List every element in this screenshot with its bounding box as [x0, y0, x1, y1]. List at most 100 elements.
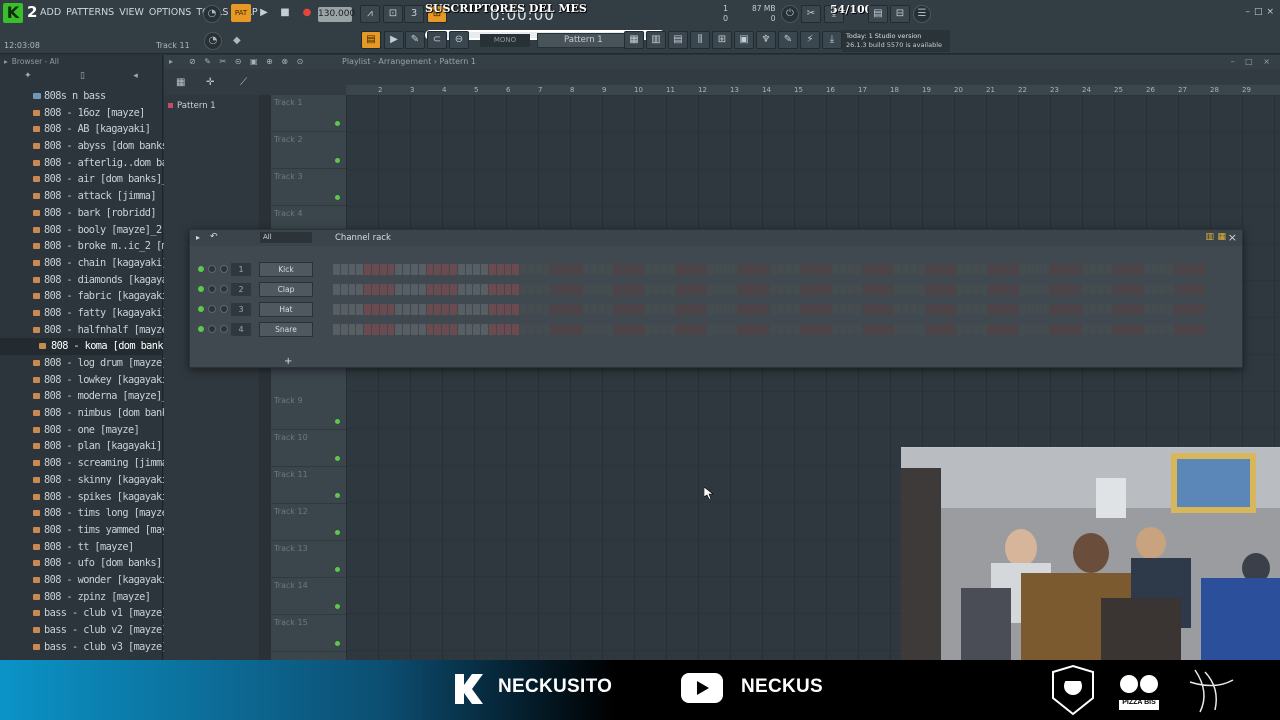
step-button[interactable]	[371, 304, 379, 315]
step-button[interactable]	[785, 304, 793, 315]
step-button[interactable]	[590, 284, 598, 295]
step-button[interactable]	[1097, 324, 1104, 335]
step-button[interactable]	[730, 324, 738, 335]
pan-knob-icon[interactable]	[208, 285, 216, 293]
snap-arrows-icon[interactable]: ✛	[206, 77, 214, 88]
step-button[interactable]	[1104, 304, 1112, 315]
step-button[interactable]	[1159, 304, 1167, 315]
step-button[interactable]	[909, 264, 917, 275]
step-button[interactable]	[948, 284, 956, 295]
step-button[interactable]	[403, 304, 410, 315]
step-button[interactable]	[1143, 304, 1151, 315]
master-pitch-knob-icon[interactable]: ◔	[204, 32, 222, 50]
playlist-tool-icons[interactable]: ⊘ ✎ ✂ ⊝ ▣ ⊕ ⊗ ⊙	[189, 55, 306, 69]
step-button[interactable]	[1011, 304, 1019, 315]
step-button[interactable]	[676, 264, 683, 275]
snap-icon[interactable]: ▤	[361, 31, 381, 49]
step-button[interactable]	[909, 284, 917, 295]
track-mute-led[interactable]	[335, 121, 340, 126]
step-button[interactable]	[356, 284, 364, 295]
step-button[interactable]	[769, 304, 777, 315]
step-button[interactable]	[668, 264, 676, 275]
step-button[interactable]	[387, 324, 395, 335]
step-button[interactable]	[449, 284, 457, 295]
step-button[interactable]	[1190, 324, 1198, 335]
step-button[interactable]	[902, 324, 909, 335]
step-button[interactable]	[878, 304, 886, 315]
step-button[interactable]	[1042, 304, 1050, 315]
step-button[interactable]	[691, 264, 699, 275]
browser-item[interactable]: 808 - broke m..ic_2 [mayze]	[0, 238, 196, 255]
step-button[interactable]	[1073, 264, 1081, 275]
step-button[interactable]	[1182, 304, 1190, 315]
browser-item[interactable]: 808 - fatty [kagayaki]	[0, 305, 168, 322]
track-mute-led[interactable]	[335, 567, 340, 572]
track-mute-led[interactable]	[335, 195, 340, 200]
step-button[interactable]	[995, 304, 1003, 315]
step-button[interactable]	[1175, 284, 1182, 295]
step-button[interactable]	[379, 284, 387, 295]
browser-item[interactable]: 808 - 16oz [mayze]	[0, 105, 163, 122]
step-button[interactable]	[496, 264, 504, 275]
step-button[interactable]	[559, 324, 566, 335]
step-button[interactable]	[839, 304, 847, 315]
track-header[interactable]: Track 2	[271, 132, 346, 169]
step-button[interactable]	[637, 324, 644, 335]
step-button[interactable]	[715, 324, 722, 335]
step-button[interactable]	[855, 264, 863, 275]
step-button[interactable]	[1042, 264, 1050, 275]
step-button[interactable]	[418, 304, 426, 315]
step-button[interactable]	[785, 284, 793, 295]
track-header[interactable]: Track 1	[271, 95, 346, 132]
step-button[interactable]	[418, 324, 426, 335]
step-button[interactable]	[1182, 284, 1190, 295]
volume-knob-icon[interactable]	[220, 305, 228, 313]
step-button[interactable]	[1081, 324, 1089, 335]
step-button[interactable]	[333, 264, 340, 275]
pencil-icon[interactable]: ✎	[405, 31, 425, 49]
step-button[interactable]	[995, 264, 1003, 275]
step-button[interactable]	[707, 284, 715, 295]
menu-patterns[interactable]: PATTERNS	[66, 7, 114, 18]
step-button[interactable]	[434, 264, 442, 275]
step-button[interactable]	[403, 284, 410, 295]
step-button[interactable]	[582, 324, 590, 335]
browser-item[interactable]: 808 - booly [mayze]_2	[0, 222, 163, 239]
cut-icon[interactable]: ✂	[801, 5, 821, 23]
step-button[interactable]	[995, 324, 1003, 335]
step-button[interactable]	[995, 284, 1003, 295]
step-button[interactable]	[371, 284, 379, 295]
browser-item[interactable]: 808 - fabric [kagayaki]	[0, 288, 173, 305]
step-button[interactable]	[496, 324, 504, 335]
step-button[interactable]	[442, 284, 449, 295]
step-button[interactable]	[481, 304, 488, 315]
step-button[interactable]	[800, 304, 808, 315]
step-button[interactable]	[761, 264, 769, 275]
step-button[interactable]	[582, 264, 590, 275]
channel-mute-led[interactable]	[198, 326, 204, 332]
step-button[interactable]	[1042, 284, 1050, 295]
menu-view[interactable]: VIEW	[119, 7, 144, 18]
step-button[interactable]	[863, 304, 870, 315]
step-button[interactable]	[699, 284, 707, 295]
step-button[interactable]	[738, 304, 746, 315]
step-button[interactable]	[832, 284, 839, 295]
track-header[interactable]: Track 10	[271, 430, 346, 467]
loop-icon[interactable]: ⊖	[449, 31, 469, 49]
step-button[interactable]	[512, 304, 520, 315]
step-button[interactable]	[660, 264, 668, 275]
step-button[interactable]	[504, 304, 512, 315]
step-button[interactable]	[816, 264, 824, 275]
step-button[interactable]	[902, 264, 909, 275]
step-button[interactable]	[863, 284, 870, 295]
step-button[interactable]	[1128, 264, 1136, 275]
track-header[interactable]: Track 3	[271, 169, 346, 206]
next-icon[interactable]: ▶	[384, 31, 404, 49]
step-button[interactable]	[816, 324, 824, 335]
mono-toggle[interactable]: MONO	[480, 34, 530, 47]
step-button[interactable]	[1019, 304, 1026, 315]
step-button[interactable]	[933, 304, 941, 315]
step-button[interactable]	[1128, 304, 1136, 315]
browser-item[interactable]: 808 - abyss [dom banks]_3	[0, 138, 185, 155]
step-button[interactable]	[1198, 324, 1206, 335]
